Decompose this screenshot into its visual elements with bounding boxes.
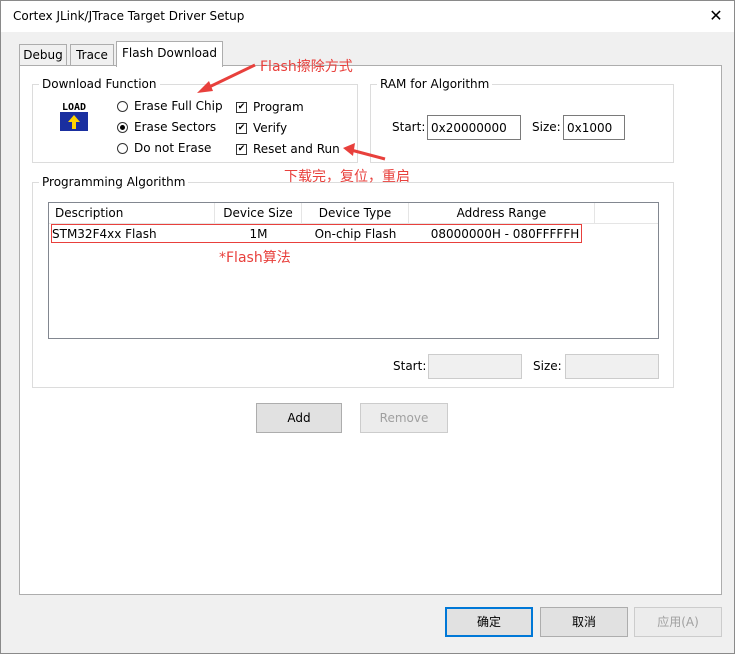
ram-for-algorithm-legend: RAM for Algorithm	[377, 77, 493, 91]
column-address-range[interactable]: Address Range	[409, 203, 595, 224]
algo-size-input[interactable]	[565, 354, 659, 379]
checkbox-label: Reset and Run	[253, 142, 340, 156]
radio-button-icon	[117, 142, 128, 154]
algo-start-input[interactable]	[428, 354, 522, 379]
programming-algorithm-group: Programming Algorithm Description Device…	[32, 175, 674, 388]
ram-for-algorithm-group: RAM for Algorithm Start: Size:	[370, 77, 674, 163]
highlight-box	[51, 224, 582, 243]
radio-erase-full-chip[interactable]: Erase Full Chip	[117, 99, 223, 113]
algo-size-label: Size:	[533, 359, 562, 373]
tab-trace[interactable]: Trace	[70, 44, 114, 66]
algorithm-list[interactable]: Description Device Size Device Type Addr…	[48, 202, 659, 339]
radio-label: Do not Erase	[134, 141, 212, 155]
list-header: Description Device Size Device Type Addr…	[49, 203, 658, 224]
column-description[interactable]: Description	[49, 203, 215, 224]
add-button[interactable]: Add	[256, 403, 342, 433]
apply-button[interactable]: 应用(A)	[634, 607, 722, 637]
column-device-size[interactable]: Device Size	[215, 203, 302, 224]
checkbox-program[interactable]: ✔ Program	[236, 100, 304, 114]
title-bar: Cortex JLink/JTrace Target Driver Setup …	[1, 1, 734, 32]
ram-start-input[interactable]	[427, 115, 521, 140]
load-icon-text: LOAD	[62, 102, 86, 113]
close-icon[interactable]: ✕	[704, 4, 728, 28]
radio-label: Erase Full Chip	[134, 99, 223, 113]
check-mark-icon: ✔	[236, 143, 247, 155]
ok-button[interactable]: 确定	[445, 607, 533, 637]
column-device-type[interactable]: Device Type	[302, 203, 409, 224]
radio-button-icon	[117, 121, 128, 133]
check-mark-icon: ✔	[236, 122, 247, 134]
checkbox-label: Program	[253, 100, 304, 114]
radio-do-not-erase[interactable]: Do not Erase	[117, 141, 211, 155]
arrow-to-reset-icon	[343, 143, 386, 161]
check-mark-icon: ✔	[236, 101, 247, 113]
ram-size-label: Size:	[532, 120, 561, 134]
download-function-legend: Download Function	[39, 77, 160, 91]
ram-start-label: Start:	[392, 120, 426, 134]
annotation-reset-run: 下载完，复位，重启	[284, 169, 410, 185]
setup-dialog: Cortex JLink/JTrace Target Driver Setup …	[0, 0, 735, 654]
cancel-button[interactable]: 取消	[540, 607, 628, 637]
checkbox-verify[interactable]: ✔ Verify	[236, 121, 287, 135]
radio-erase-sectors[interactable]: Erase Sectors	[117, 120, 216, 134]
radio-label: Erase Sectors	[134, 120, 217, 134]
load-icon: LOAD	[58, 100, 90, 132]
window-title: Cortex JLink/JTrace Target Driver Setup	[13, 9, 245, 23]
algo-start-label: Start:	[393, 359, 427, 373]
ram-size-input[interactable]	[563, 115, 625, 140]
annotation-algorithm: *Flash算法	[219, 250, 291, 266]
checkbox-reset-and-run[interactable]: ✔ Reset and Run	[236, 142, 340, 156]
checkbox-label: Verify	[253, 121, 288, 135]
programming-algorithm-legend: Programming Algorithm	[39, 175, 189, 189]
tab-debug[interactable]: Debug	[19, 44, 67, 66]
annotation-erase-mode: Flash擦除方式	[260, 59, 353, 75]
radio-button-icon	[117, 100, 128, 112]
tab-flash-download[interactable]: Flash Download	[116, 41, 223, 67]
remove-button[interactable]: Remove	[360, 403, 448, 433]
